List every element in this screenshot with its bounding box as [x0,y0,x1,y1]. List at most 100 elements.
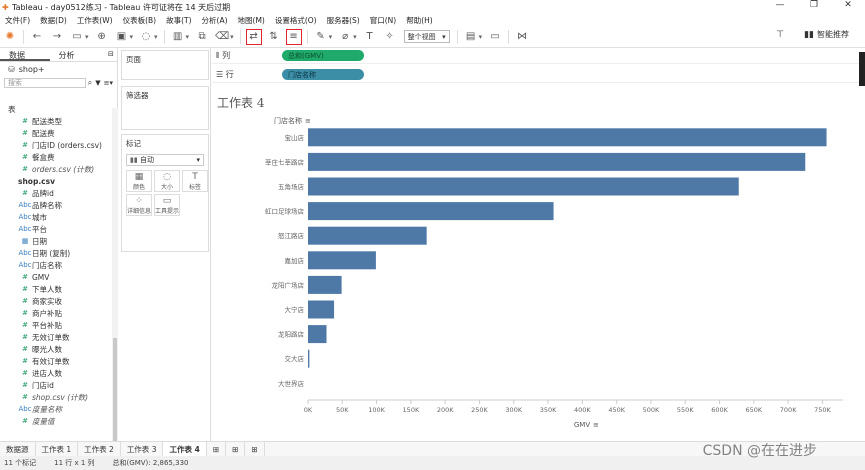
field-item[interactable]: # 度量值 [18,415,112,427]
field-item[interactable]: # 门店id [18,379,112,391]
mark-type-select[interactable]: ▮▮ 自动 ▾ [126,154,204,166]
close-button[interactable]: ✕ [831,0,865,10]
field-item[interactable]: # 进店人数 [18,367,112,379]
new-dashboard-icon[interactable]: ⊞ [226,441,246,457]
filters-card[interactable]: 筛选器 [121,86,209,130]
new-story-icon[interactable]: ⊞ [245,441,265,457]
menu-item[interactable]: 工作表(W) [77,15,113,26]
chevron-down-icon[interactable]: ▾ [186,33,190,41]
columns-shelf[interactable]: ⦀ 列 总和(GMV) [212,48,859,64]
chevron-down-icon[interactable]: ▾ [154,33,158,41]
rows-pill[interactable]: 门店名称 [282,69,364,80]
field-item[interactable]: # 配送费 [18,127,112,139]
tab-sheet[interactable]: 工作表 1 [36,441,79,457]
field-item[interactable]: Abc 度量名称 [18,403,112,415]
field-item[interactable]: # 品牌id [18,187,112,199]
menu-item[interactable]: 分析(A) [202,15,228,26]
duplicate-sheet-icon[interactable]: ⧉ [194,29,210,45]
labels-icon[interactable]: T [362,29,378,45]
field-item[interactable]: Abc 门店名称 [18,259,112,271]
highlight-icon[interactable]: ✎ [313,29,329,45]
maximize-button[interactable]: ❐ [797,0,831,10]
tab-sheet[interactable]: 工作表 3 [121,441,164,457]
marks-button[interactable]: T 标签 [182,170,208,192]
field-item[interactable]: # 门店ID (orders.csv) [18,139,112,151]
field-item[interactable]: # 下单人数 [18,283,112,295]
menu-item[interactable]: 文件(F) [5,15,30,26]
menu-item[interactable]: 服务器(S) [327,15,360,26]
tableau-home-icon[interactable]: ✺ [2,29,18,45]
tab-datasource[interactable]: 数据源 [0,441,36,457]
marks-button[interactable]: ▦ 颜色 [126,170,152,192]
swap-rows-columns-icon[interactable]: ⇄ [245,28,262,45]
pin-icon[interactable]: ✧ [382,29,398,45]
side-handle[interactable] [859,52,865,86]
field-item[interactable]: # GMV [18,271,112,283]
sort-descending-icon[interactable]: ≡ [285,28,302,45]
field-item[interactable]: # 餐盒费 [18,151,112,163]
field-item[interactable]: # 商家实收 [18,295,112,307]
menu-item[interactable]: 数据(D) [40,15,67,26]
search-input[interactable]: 搜索 [4,78,86,88]
table-item[interactable]: ▸shop.csv [18,175,112,187]
field-item[interactable]: Abc 日期 (复制) [18,247,112,259]
chevron-down-icon[interactable]: ▾ [230,33,234,41]
new-datasource-icon[interactable]: ⊕ [94,29,110,45]
filter-fields-icon[interactable]: ▼ [95,79,100,87]
chevron-down-icon[interactable]: ▾ [329,33,333,41]
new-sheet-icon[interactable]: ⊞ [207,441,227,457]
pages-card[interactable]: 页面 [121,50,209,80]
menu-item[interactable]: 仪表板(B) [123,15,157,26]
chevron-down-icon[interactable]: ▾ [85,33,89,41]
clear-sheet-icon[interactable]: ⌫ [214,29,230,45]
menu-item[interactable]: 故事(T) [166,15,191,26]
tab-data[interactable]: 数据 [0,48,50,61]
menu-item[interactable]: 窗口(N) [370,15,396,26]
pause-update-icon[interactable]: ▣ [114,29,130,45]
share-icon[interactable]: ⋈ [514,29,530,45]
menu-item[interactable]: 帮助(H) [406,15,433,26]
show-cards-icon[interactable]: ▤ [463,29,479,45]
fit-view-select[interactable]: 整个视图 ▾ [403,30,450,43]
tab-sheet[interactable]: 工作表 4 [163,441,207,457]
redo-icon[interactable]: → [49,29,65,45]
smart-recommend-button[interactable]: ⊤ ▮▮ 智能推荐 [776,29,849,40]
scrollbar-thumb[interactable] [113,338,117,458]
chevron-down-icon[interactable]: ▾ [130,33,134,41]
chevron-down-icon[interactable]: ▾ [479,33,483,41]
tab-sheet[interactable]: 工作表 2 [78,441,121,457]
field-item[interactable]: # orders.csv (计数) [18,163,112,175]
new-worksheet-icon[interactable]: ▥ [170,29,186,45]
field-item[interactable]: # 有效订单数 [18,355,112,367]
refresh-icon[interactable]: ◌ [138,29,154,45]
view-options-icon[interactable]: ≡▾ [104,79,113,87]
field-item[interactable]: Abc 平台 [18,223,112,235]
menu-item[interactable]: 地图(M) [238,15,265,26]
save-icon[interactable]: ▭ [69,29,85,45]
menu-item[interactable]: 设置格式(O) [275,15,317,26]
field-item[interactable]: # 曝光人数 [18,343,112,355]
columns-pill[interactable]: 总和(GMV) [282,50,364,61]
tab-analysis[interactable]: 分析 [50,48,100,61]
marks-button[interactable]: ▭ 工具提示 [154,194,180,216]
field-item[interactable]: # 平台补贴 [18,319,112,331]
field-item[interactable]: # 无效订单数 [18,331,112,343]
marks-button[interactable]: ⁘ 详细信息 [126,194,152,216]
field-item[interactable]: Abc 城市 [18,211,112,223]
rows-shelf[interactable]: ☰ 行 门店名称 [212,67,859,83]
field-item[interactable]: Abc 品牌名称 [18,199,112,211]
field-item[interactable]: # 配送类型 [18,115,112,127]
minimize-pane-icon[interactable]: ⊟ [99,48,117,61]
field-list-scrollbar[interactable] [112,108,118,468]
chevron-down-icon[interactable]: ▾ [353,33,357,41]
marks-button[interactable]: ◌ 大小 [154,170,180,192]
field-item[interactable]: # 商户补贴 [18,307,112,319]
group-icon[interactable]: ⌀ [337,29,353,45]
search-icon[interactable]: ⌕ [88,78,92,88]
field-item[interactable]: ▦ 日期 [18,235,112,247]
field-item[interactable]: # shop.csv (计数) [18,391,112,403]
minimize-button[interactable]: — [763,0,797,10]
datasource-row[interactable]: ⛁ shop+ [0,62,117,76]
sort-ascending-icon[interactable]: ⇅ [266,29,282,45]
undo-icon[interactable]: ← [29,29,45,45]
